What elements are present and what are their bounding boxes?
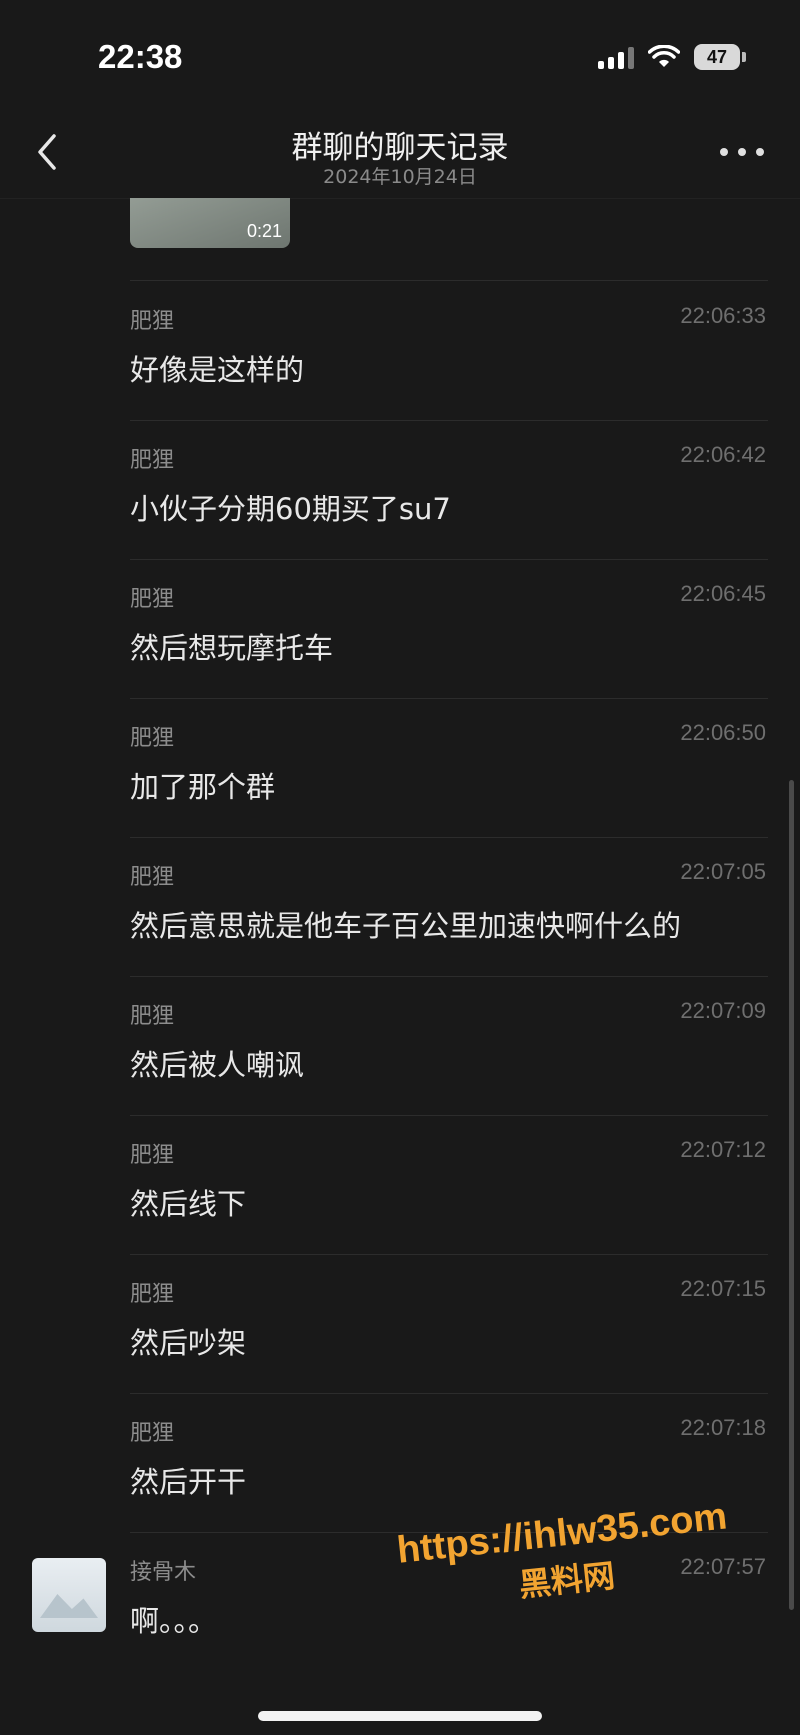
more-dot: [720, 148, 728, 156]
video-duration: 0:21: [246, 221, 282, 241]
sender-name: 肥狸: [130, 726, 175, 751]
message-text: 啊。。。: [130, 1604, 218, 1638]
list-item[interactable]: 肥狸 22:06:42 小伙子分期60期买了su7: [130, 420, 768, 560]
message-time: 22:07:15: [680, 1276, 766, 1301]
status-bar: 22:38 47: [0, 0, 800, 110]
message-text: 小伙子分期60期买了su7: [130, 492, 451, 526]
more-dot: [756, 148, 764, 156]
battery-icon: 47: [694, 44, 746, 70]
message-time: 22:07:12: [680, 1137, 766, 1162]
page-subtitle-date: 2024年10月24日: [323, 166, 477, 188]
avatar[interactable]: [32, 1558, 106, 1632]
sender-name: 肥狸: [130, 1282, 175, 1307]
battery-level: 47: [706, 47, 728, 67]
sender-name: 肥狸: [130, 1421, 175, 1446]
list-item[interactable]: 肥狸 22:07:05 然后意思就是他车子百公里加速快啊什么的: [130, 837, 768, 977]
message-time: 22:07:09: [680, 998, 766, 1023]
message-text: 加了那个群: [130, 770, 276, 804]
more-button[interactable]: [720, 144, 764, 160]
status-icons: 47: [598, 44, 746, 70]
wifi-icon: [648, 45, 680, 67]
message-time: 22:06:50: [680, 720, 766, 745]
list-item[interactable]: 肥狸 22:07:09 然后被人嘲讽: [130, 976, 768, 1116]
list-item[interactable]: 肥狸 22:07:12 然后线下: [130, 1115, 768, 1255]
sender-name: 肥狸: [130, 1143, 175, 1168]
message-text: 然后意思就是他车子百公里加速快啊什么的: [130, 909, 682, 943]
status-time: 22:38: [98, 38, 183, 75]
message-text: 好像是这样的: [130, 353, 305, 387]
message-time: 22:07:18: [680, 1415, 766, 1440]
sender-name: 肥狸: [130, 587, 175, 612]
more-dot: [738, 148, 746, 156]
sender-name: 肥狸: [130, 448, 175, 473]
list-item[interactable]: 肥狸 22:06:33 好像是这样的: [130, 281, 768, 421]
scrollbar[interactable]: [789, 780, 794, 1610]
message-time: 22:06:45: [680, 581, 766, 606]
message-text: 然后线下: [130, 1187, 247, 1221]
sender-name: 肥狸: [130, 1004, 175, 1029]
nav-bar: 群聊的聊天记录 2024年10月24日: [0, 110, 800, 199]
video-message-thumbnail[interactable]: 0:21: [130, 198, 290, 248]
sender-name: 肥狸: [130, 865, 175, 890]
sender-name: 肥狸: [130, 309, 175, 334]
list-item[interactable]: 肥狸 22:06:50 加了那个群: [130, 698, 768, 838]
sender-name: 接骨木: [130, 1560, 197, 1585]
message-text: 然后想玩摩托车: [130, 631, 334, 665]
message-text: 然后吵架: [130, 1326, 247, 1360]
message-time: 22:06:42: [680, 442, 766, 467]
message-time: 22:06:33: [680, 303, 766, 328]
message-time: 22:07:05: [680, 859, 766, 884]
page-title: 群聊的聊天记录: [291, 130, 509, 166]
message-text: 然后开干: [130, 1465, 247, 1499]
cell-signal-icon: [598, 45, 634, 69]
chat-history-list[interactable]: 0:21 肥狸 22:06:33 好像是这样的 肥狸 22:06:42 小伙子分…: [0, 198, 800, 1678]
list-item[interactable]: 肥狸 22:07:15 然后吵架: [130, 1254, 768, 1394]
list-item[interactable]: 肥狸 22:06:45 然后想玩摩托车: [130, 559, 768, 699]
message-text: 然后被人嘲讽: [130, 1048, 305, 1082]
avatar-image: [40, 1594, 98, 1618]
home-indicator[interactable]: [258, 1711, 542, 1721]
